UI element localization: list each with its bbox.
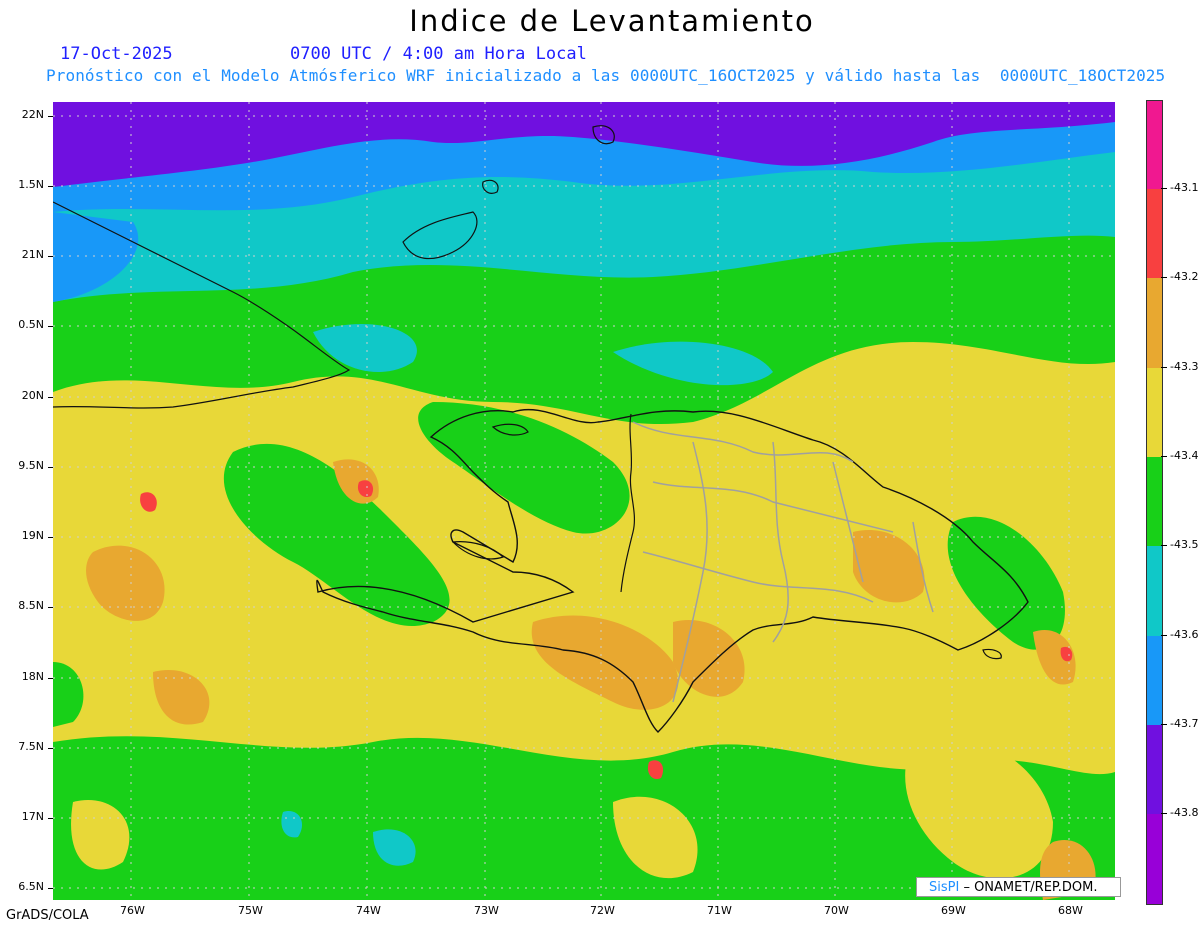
- colorbar-label: -43.1: [1170, 181, 1199, 194]
- lon-label: 69W: [941, 904, 966, 917]
- colorbar-segment: [1147, 636, 1162, 725]
- lon-label: 70W: [824, 904, 849, 917]
- colorbar-tick: [1161, 367, 1167, 368]
- forecast-date: 17-Oct-2025: [60, 44, 173, 64]
- lat-tick: [48, 888, 53, 889]
- lat-label: 9.5N: [18, 459, 44, 472]
- software-credit: GrADS/COLA: [6, 908, 89, 923]
- sispi-logo-text: SisPI: [929, 880, 960, 895]
- colorbar-label: -43.6: [1170, 628, 1199, 641]
- colorbar-label: -43.2: [1170, 270, 1199, 283]
- colorbar-tick: [1161, 188, 1167, 189]
- lat-label: 17N: [21, 810, 44, 823]
- colorbar-segment: [1147, 457, 1162, 546]
- lat-label: 1.5N: [18, 178, 44, 191]
- lon-label: 74W: [356, 904, 381, 917]
- colorbar-label: -43.8: [1170, 806, 1199, 819]
- colorbar-tick: [1161, 545, 1167, 546]
- lon-label: 72W: [590, 904, 615, 917]
- lat-tick: [48, 748, 53, 749]
- credit-text: – ONAMET/REP.DOM.: [959, 880, 1098, 895]
- colorbar-label: -43.7: [1170, 717, 1199, 730]
- lon-label: 73W: [474, 904, 499, 917]
- colorbar-segment: [1147, 278, 1162, 368]
- colorbar-tick: [1161, 456, 1167, 457]
- lat-label: 20N: [21, 389, 44, 402]
- colorbar-tick: [1161, 724, 1167, 725]
- lat-tick: [48, 186, 53, 187]
- colorbar-segment: [1147, 546, 1162, 636]
- lat-label: 8.5N: [18, 599, 44, 612]
- colorbar-label: -43.4: [1170, 449, 1199, 462]
- colorbar: [1146, 100, 1163, 905]
- colorbar-tick: [1161, 813, 1167, 814]
- lat-tick: [48, 326, 53, 327]
- model-description: Pronóstico con el Modelo Atmósferico WRF…: [46, 66, 1166, 85]
- colorbar-tick: [1161, 277, 1167, 278]
- lat-label: 6.5N: [18, 880, 44, 893]
- lat-tick: [48, 818, 53, 819]
- lat-tick: [48, 537, 53, 538]
- credit-box: SisPI – ONAMET/REP.DOM.: [916, 877, 1121, 897]
- lon-label: 71W: [707, 904, 732, 917]
- colorbar-segment: [1147, 814, 1162, 904]
- lon-label: 76W: [120, 904, 145, 917]
- lat-label: 19N: [21, 529, 44, 542]
- lat-label: 21N: [21, 248, 44, 261]
- lat-tick: [48, 116, 53, 117]
- lat-tick: [48, 607, 53, 608]
- lat-tick: [48, 678, 53, 679]
- colorbar-segment: [1147, 189, 1162, 278]
- colorbar-segment: [1147, 368, 1162, 457]
- colorbar-tick: [1161, 635, 1167, 636]
- lat-label: 22N: [21, 108, 44, 121]
- lat-label: 18N: [21, 670, 44, 683]
- lifted-index-map: [53, 102, 1115, 900]
- lat-label: 0.5N: [18, 318, 44, 331]
- lon-label: 68W: [1058, 904, 1083, 917]
- colorbar-segment: [1147, 101, 1162, 189]
- lat-tick: [48, 397, 53, 398]
- lat-tick: [48, 256, 53, 257]
- colorbar-label: -43.3: [1170, 360, 1199, 373]
- lon-label: 75W: [238, 904, 263, 917]
- forecast-time: 0700 UTC / 4:00 am Hora Local: [290, 44, 587, 64]
- map-title: Indice de Levantamiento: [409, 4, 815, 38]
- colorbar-segment: [1147, 725, 1162, 814]
- colorbar-label: -43.5: [1170, 538, 1199, 551]
- lat-label: 7.5N: [18, 740, 44, 753]
- lat-tick: [48, 467, 53, 468]
